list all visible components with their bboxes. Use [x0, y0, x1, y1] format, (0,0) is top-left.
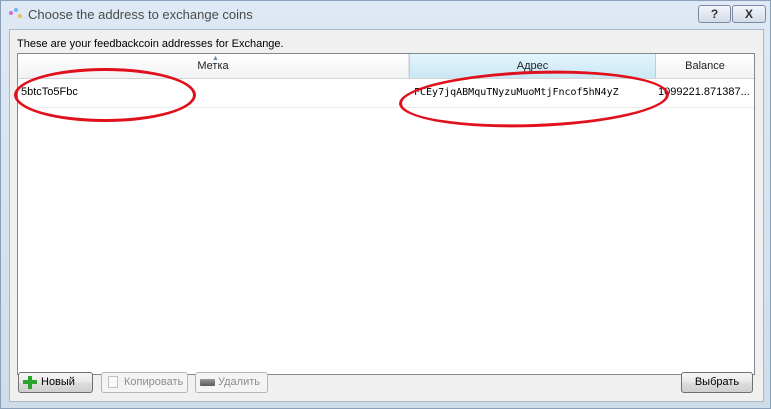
delete-address-button[interactable]: Удалить	[195, 372, 268, 393]
new-address-button[interactable]: Новый	[18, 372, 93, 393]
sort-up-icon: ▲	[212, 55, 219, 62]
cell-label: 5btcTo5Fbc	[21, 86, 78, 98]
app-icon	[9, 8, 23, 20]
cell-balance: 1099221.871387...	[658, 86, 750, 98]
column-header-balance[interactable]: Balance	[656, 54, 754, 78]
table-row[interactable]: 5btcTo5Fbc FCEy7jqABMquTNyzuMuoMtjFncof5…	[18, 78, 754, 108]
delete-icon	[200, 379, 215, 386]
column-header-label[interactable]: ▲ Метка	[18, 54, 409, 78]
cell-address: FCEy7jqABMquTNyzuMuoMtjFncof5hN4yZ	[414, 87, 619, 98]
window-title: Choose the address to exchange coins	[28, 7, 253, 22]
close-button[interactable]: X	[732, 5, 766, 23]
column-header-address[interactable]: Адрес	[409, 54, 656, 78]
plus-icon	[23, 376, 37, 389]
dialog-body: These are your feedbackcoin addresses fo…	[9, 29, 764, 402]
help-button[interactable]: ?	[698, 5, 731, 23]
address-table[interactable]: ▲ Метка Адрес Balance 5btcTo5Fbc FCEy7jq…	[17, 53, 755, 375]
choose-address-dialog: Choose the address to exchange coins ? X…	[0, 0, 771, 409]
copy-address-button[interactable]: Копировать	[101, 372, 188, 393]
title-bar: Choose the address to exchange coins ? X	[1, 1, 770, 28]
choose-button[interactable]: Выбрать	[681, 372, 753, 393]
instruction-text: These are your feedbackcoin addresses fo…	[17, 38, 284, 50]
copy-icon	[108, 376, 118, 388]
table-header: ▲ Метка Адрес Balance	[18, 54, 754, 79]
